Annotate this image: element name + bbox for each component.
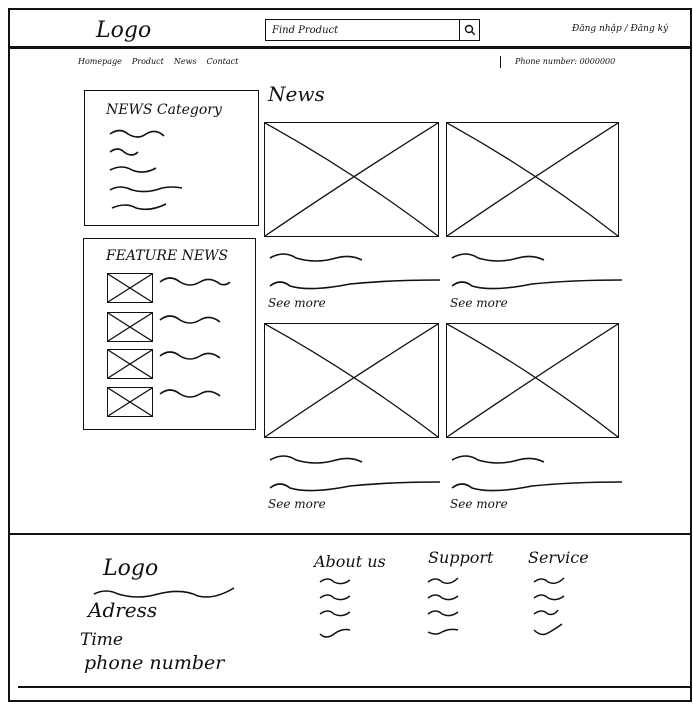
category-item [111,203,167,211]
nav-item-homepage[interactable]: Homepage [78,57,122,66]
feature-news-title: FEATURE NEWS [106,248,229,264]
news-card-summary [269,481,441,492]
news-card-headline [451,455,545,464]
footer-link [319,610,351,617]
news-card-text [269,455,441,492]
login-register-link[interactable]: Đăng nhập / Đăng ký [572,24,668,34]
see-more-link[interactable]: See more [450,296,508,310]
news-card-headline [451,253,545,262]
news-card-image[interactable] [446,122,619,237]
search-icon [464,24,475,36]
see-more-link[interactable]: See more [268,296,326,310]
footer-about-us[interactable]: About us [314,552,386,571]
see-more-link[interactable]: See more [450,497,508,511]
footer-link [319,578,351,585]
footer-logo[interactable]: Logo [103,556,158,581]
news-card-headline [269,253,363,262]
news-card-image[interactable] [264,122,439,237]
feature-thumb-image[interactable] [107,312,153,342]
feature-news-text [159,351,221,360]
news-card-image[interactable] [446,323,619,438]
service-links [533,577,565,636]
nav-separator [500,56,501,68]
footer-time: Time [80,630,123,650]
footer-bottom-line [18,686,692,688]
news-section-title: News [268,82,325,106]
nav-item-product[interactable]: Product [132,57,164,66]
news-card-text [269,253,441,290]
news-card-text [451,253,623,290]
header-divider [10,46,692,49]
feature-news-titles [159,277,231,398]
search-button[interactable] [459,20,479,40]
news-card-summary [451,279,623,290]
footer-divider [10,533,692,535]
news-card-summary [451,481,623,492]
feature-thumb-image[interactable] [107,273,153,303]
header-logo[interactable]: Logo [96,18,151,43]
category-list [109,129,183,211]
search-input[interactable] [266,20,459,40]
main-nav: Homepage Product News Contact [78,57,238,66]
news-card-text [451,455,623,492]
about-us-links [319,578,351,638]
see-more-link[interactable]: See more [268,497,326,511]
feature-news-text [159,315,221,324]
search-bar [265,19,480,41]
nav-item-news[interactable]: News [174,57,197,66]
feature-thumb-image[interactable] [107,349,153,379]
feature-news-text [159,277,231,286]
footer-link [427,577,459,585]
footer-address: Adress [88,598,158,622]
footer-link [427,628,459,635]
footer-support[interactable]: Support [428,548,493,567]
footer-link [427,610,459,617]
footer-service[interactable]: Service [528,548,589,567]
nav-item-contact[interactable]: Contact [207,57,239,66]
footer-link [533,577,565,585]
news-card-summary [269,279,441,290]
phone-number: Phone number: 0000000 [515,57,616,66]
footer-link [427,594,459,601]
feature-news-text [159,389,221,398]
footer-link [533,594,565,601]
category-item [109,166,157,173]
footer-link [533,623,563,636]
category-item [109,186,183,193]
footer-link [319,628,351,638]
category-item [109,148,139,156]
footer-phone: phone number [84,652,225,674]
support-links [427,577,459,635]
footer-link [319,594,351,601]
news-card-headline [269,455,363,464]
category-item [109,129,165,138]
news-category-title: NEWS Category [106,102,222,118]
footer-link [533,609,559,616]
news-card-image[interactable] [264,323,439,438]
feature-thumb-image[interactable] [107,387,153,417]
